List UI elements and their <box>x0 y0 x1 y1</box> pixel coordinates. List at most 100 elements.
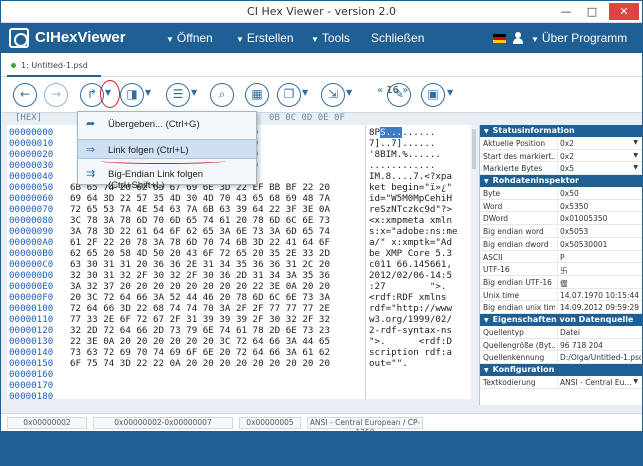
section-config[interactable]: ▼ Konfiguration <box>480 364 642 376</box>
text-row[interactable]: 2012/02/06-14:5 <box>369 270 477 281</box>
section-source[interactable]: ▼ Eigenschaften von Datenquelle <box>480 313 642 326</box>
collapse-icon[interactable]: ▼ <box>484 367 489 374</box>
back-icon[interactable]: ← <box>13 83 37 107</box>
text-row[interactable]: c011 66.145661, <box>369 259 477 270</box>
collapse-icon[interactable]: ▼ <box>484 178 489 185</box>
chevron-down-icon[interactable]: ▼ <box>633 139 638 146</box>
grid-icon[interactable]: ▦ <box>245 83 269 107</box>
text-row[interactable]: 2-rdf-syntax-ns <box>369 325 477 336</box>
property-row[interactable]: Aktuelle Position 0x2 ▼ <box>480 137 642 150</box>
bookmark-dropdown-icon[interactable]: ▼ <box>145 88 151 97</box>
hex-row[interactable]: 62 65 20 58 4D 50 20 43 6F 72 65 20 35 2… <box>70 248 360 259</box>
save-dropdown-icon[interactable]: ▼ <box>447 88 453 97</box>
collapse-icon[interactable]: ▼ <box>484 128 489 135</box>
section-status[interactable]: ▼ Statusinformation <box>480 125 642 137</box>
menu-about[interactable]: ▼ Über Programm <box>531 31 627 45</box>
language-flag-icon[interactable] <box>493 34 506 43</box>
hex-row[interactable]: 22 3E 0A 20 20 20 20 20 20 3C 72 64 66 3… <box>70 336 360 347</box>
text-row[interactable]: 7]..7]...... <box>369 138 477 149</box>
property-row[interactable]: DWord 0x01005350 <box>480 212 642 226</box>
list-icon[interactable]: ☰ <box>166 83 190 107</box>
close-button[interactable]: ✕ <box>609 3 639 20</box>
menu-item-follow-link[interactable]: ⇒ Link folgen (Ctrl+L) <box>78 139 256 159</box>
property-row[interactable]: Big endian word 0x5053 <box>480 225 642 238</box>
minimize-button[interactable]: — <box>555 3 577 20</box>
property-row[interactable]: ASCII P <box>480 251 642 264</box>
hex-row[interactable]: 20 3C 72 64 66 3A 52 44 46 20 78 6D 6C 6… <box>70 292 360 303</box>
text-row[interactable]: s:x="adobe:ns:me <box>369 226 477 237</box>
text-row[interactable]: id="W5M0MpCehiH <box>369 193 477 204</box>
property-row[interactable]: Big endian unix time 14.09.2012 09:59:29 <box>480 301 642 314</box>
hex-row[interactable]: 63 30 31 31 20 36 36 2E 31 34 35 36 36 3… <box>70 259 360 270</box>
text-row[interactable]: rdf="http://www <box>369 303 477 314</box>
text-row[interactable]: reSzNTczkc9d"?> <box>369 204 477 215</box>
text-row[interactable]: <rdf:RDF xmlns <box>369 292 477 303</box>
text-row[interactable]: a/" x:xmptk="Ad <box>369 237 477 248</box>
hex-row[interactable]: 61 2F 22 20 78 3A 78 6D 70 74 6B 3D 22 4… <box>70 237 360 248</box>
menu-create[interactable]: ▼ Erstellen <box>236 31 294 45</box>
property-row[interactable]: UTF-16 卐 <box>480 263 642 277</box>
page-prev-button[interactable]: « <box>377 85 383 96</box>
text-row[interactable]: IM.8....7.<?xpa <box>369 171 477 182</box>
search-icon[interactable]: ⌕ <box>210 83 234 107</box>
text-row[interactable]: w3.org/1999/02/ <box>369 314 477 325</box>
text-row[interactable]: ket begin="ï»¿" <box>369 182 477 193</box>
list-dropdown-icon[interactable]: ▼ <box>191 88 197 97</box>
copy-dropdown-icon[interactable]: ▼ <box>302 88 308 97</box>
chevron-down-icon[interactable]: ▼ <box>633 164 638 171</box>
hex-row[interactable]: 3A 32 37 20 20 20 20 20 20 20 20 22 3E 0… <box>70 281 360 292</box>
hex-row[interactable]: 3C 78 3A 78 6D 70 6D 65 74 61 20 78 6D 6… <box>70 215 360 226</box>
text-row[interactable]: scription rdf:a <box>369 347 477 358</box>
text-row[interactable]: '8BIM.%...... <box>369 149 477 160</box>
chevron-down-icon[interactable]: ▼ <box>633 378 638 385</box>
edit-icon[interactable]: ✎ <box>387 83 411 107</box>
property-row[interactable]: Markierte Bytes 0x5 ▼ <box>480 162 642 176</box>
text-row[interactable]: ">. <rdf:D <box>369 336 477 347</box>
export-dropdown-icon[interactable]: ▼ <box>346 88 352 97</box>
text-row[interactable]: <x:xmpmeta xmln <box>369 215 477 226</box>
menu-open[interactable]: ▼ Öffnen <box>166 31 213 45</box>
text-row[interactable]: 8PS......... <box>369 127 477 138</box>
property-row[interactable]: Byte 0x50 <box>480 187 642 200</box>
hex-row[interactable]: 32 30 31 32 2F 30 32 2F 30 36 2D 31 34 3… <box>70 270 360 281</box>
export-icon[interactable]: ⇲ <box>321 83 345 107</box>
property-row[interactable]: Quellentyp Datei <box>480 326 642 339</box>
hex-row[interactable]: 77 33 2E 6F 72 67 2F 31 39 39 39 2F 30 3… <box>70 314 360 325</box>
forward-icon[interactable]: → <box>44 83 68 107</box>
tab-untitled-psd[interactable]: 1: Untitled-1.psd <box>7 58 101 77</box>
property-row[interactable]: Big endian UTF-16 偓 <box>480 276 642 289</box>
menu-close[interactable]: Schließen <box>371 31 424 45</box>
property-row[interactable]: Textkodierung ANSI - Central Eu... ▼ <box>480 376 642 389</box>
hex-row[interactable]: 69 64 3D 22 57 35 4D 30 4D 70 43 65 68 6… <box>70 193 360 204</box>
bookmark-icon[interactable]: ◨ <box>120 83 144 107</box>
property-row[interactable]: Unix time 14.07.1970 10:15:44 <box>480 289 642 302</box>
text-row[interactable]: out="". <box>369 358 477 369</box>
menu-item-hand-over[interactable]: ➦ Übergeben... (Ctrl+G) <box>78 114 256 134</box>
status-encoding[interactable]: ANSI - Central European / CP-1250 <box>307 417 423 437</box>
text-row[interactable]: ............ <box>369 160 477 171</box>
save-icon[interactable]: ▣ <box>421 83 445 107</box>
text-row[interactable]: :27 ">. <box>369 281 477 292</box>
hex-scrollbar[interactable] <box>471 125 477 399</box>
section-data[interactable]: ▼ Rohdateninspektor <box>480 175 642 188</box>
user-icon[interactable] <box>513 32 523 44</box>
hex-row[interactable]: 3A 78 3D 22 61 64 6F 62 65 3A 6E 73 3A 6… <box>70 226 360 237</box>
menu-item-big-endian-link[interactable]: ⇉ Big-Endian Link folgen (Ctrl+Shift+L) <box>78 164 256 191</box>
hex-row[interactable]: 73 63 72 69 70 74 69 6F 6E 20 72 64 66 3… <box>70 347 360 358</box>
property-row[interactable]: Big endian dword 0x50530001 <box>480 238 642 251</box>
hex-row[interactable]: 72 65 53 7A 4E 54 63 7A 6B 63 39 64 22 3… <box>70 204 360 215</box>
chevron-down-icon[interactable]: ▼ <box>633 152 638 159</box>
property-row[interactable]: Quellenkennung D:/Olga/Untitled-1.psd <box>480 351 642 364</box>
menu-tools[interactable]: ▼ Tools <box>311 31 350 45</box>
copy-icon[interactable]: ❐ <box>277 83 301 107</box>
maximize-button[interactable]: □ <box>581 3 603 20</box>
hex-row[interactable]: 72 64 66 3D 22 68 74 74 70 3A 2F 2F 77 7… <box>70 303 360 314</box>
hex-row[interactable]: 32 2D 72 64 66 2D 73 79 6E 74 61 78 2D 6… <box>70 325 360 336</box>
text-column[interactable]: 8PS......... 7]..7]...... '8BIM.%.........… <box>369 127 477 369</box>
text-row[interactable]: be XMP Core 5.3 <box>369 248 477 259</box>
hex-row[interactable]: 6F 75 74 3D 22 22 0A 20 20 20 20 20 20 2… <box>70 358 360 369</box>
property-row[interactable]: Word 0x5350 <box>480 200 642 213</box>
property-row[interactable]: Quellengröße (Byt... 96 718 204 <box>480 339 642 352</box>
property-row[interactable]: Start des markiert... 0x2 ▼ <box>480 150 642 163</box>
collapse-icon[interactable]: ▼ <box>484 317 489 324</box>
